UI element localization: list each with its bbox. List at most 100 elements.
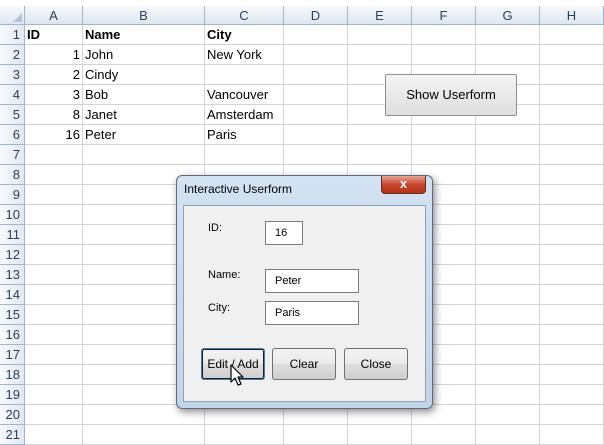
grid-cell[interactable] bbox=[284, 85, 348, 105]
row-header-10[interactable]: 10 bbox=[0, 205, 25, 225]
city-input[interactable]: Paris bbox=[265, 301, 359, 325]
cell-b6[interactable]: Peter bbox=[83, 125, 205, 145]
row-header-18[interactable]: 18 bbox=[0, 365, 25, 385]
cell-a1[interactable]: ID bbox=[25, 25, 83, 45]
grid-cell[interactable] bbox=[284, 425, 348, 445]
grid-cell[interactable] bbox=[25, 405, 83, 425]
grid-cell[interactable] bbox=[540, 365, 604, 385]
row-header-12[interactable]: 12 bbox=[0, 245, 25, 265]
column-header-e[interactable]: E bbox=[348, 6, 412, 25]
row-header-4[interactable]: 4 bbox=[0, 85, 25, 105]
grid-cell[interactable] bbox=[476, 225, 540, 245]
select-all-corner[interactable] bbox=[0, 6, 25, 25]
row-header-17[interactable]: 17 bbox=[0, 345, 25, 365]
grid-cell[interactable] bbox=[476, 165, 540, 185]
cell-a4[interactable]: 3 bbox=[25, 85, 83, 105]
grid-cell[interactable] bbox=[476, 365, 540, 385]
grid-cell[interactable] bbox=[540, 45, 604, 65]
grid-cell[interactable] bbox=[540, 325, 604, 345]
grid-cell[interactable] bbox=[540, 125, 604, 145]
grid-cell[interactable] bbox=[412, 145, 476, 165]
column-header-a[interactable]: A bbox=[25, 6, 83, 25]
row-header-7[interactable]: 7 bbox=[0, 145, 25, 165]
grid-cell[interactable] bbox=[348, 45, 412, 65]
cell-c4[interactable]: Vancouver bbox=[205, 85, 284, 105]
cell-c2[interactable]: New York bbox=[205, 45, 284, 65]
grid-cell[interactable] bbox=[412, 25, 476, 45]
id-input[interactable]: 16 bbox=[265, 221, 303, 245]
grid-cell[interactable] bbox=[540, 425, 604, 445]
grid-cell[interactable] bbox=[25, 145, 83, 165]
row-header-21[interactable]: 21 bbox=[0, 425, 25, 445]
grid-cell[interactable] bbox=[540, 285, 604, 305]
cell-c1[interactable]: City bbox=[205, 25, 284, 45]
grid-cell[interactable] bbox=[540, 225, 604, 245]
grid-cell[interactable] bbox=[540, 405, 604, 425]
grid-cell[interactable] bbox=[25, 425, 83, 445]
grid-cell[interactable] bbox=[284, 45, 348, 65]
grid-cell[interactable] bbox=[476, 345, 540, 365]
grid-cell[interactable] bbox=[540, 145, 604, 165]
column-header-c[interactable]: C bbox=[205, 6, 284, 25]
grid-cell[interactable] bbox=[412, 425, 476, 445]
row-header-20[interactable]: 20 bbox=[0, 405, 25, 425]
grid-cell[interactable] bbox=[83, 145, 205, 165]
grid-cell[interactable] bbox=[476, 125, 540, 145]
grid-cell[interactable] bbox=[540, 245, 604, 265]
grid-cell[interactable] bbox=[540, 305, 604, 325]
row-header-16[interactable]: 16 bbox=[0, 325, 25, 345]
grid-cell[interactable] bbox=[25, 165, 83, 185]
grid-cell[interactable] bbox=[540, 185, 604, 205]
cell-a5[interactable]: 8 bbox=[25, 105, 83, 125]
row-header-3[interactable]: 3 bbox=[0, 65, 25, 85]
row-header-13[interactable]: 13 bbox=[0, 265, 25, 285]
column-header-h[interactable]: H bbox=[540, 6, 604, 25]
grid-cell[interactable] bbox=[25, 285, 83, 305]
grid-cell[interactable] bbox=[25, 365, 83, 385]
row-header-15[interactable]: 15 bbox=[0, 305, 25, 325]
column-header-g[interactable]: G bbox=[476, 6, 540, 25]
grid-cell[interactable] bbox=[476, 265, 540, 285]
name-input[interactable]: Peter bbox=[265, 269, 359, 293]
grid-cell[interactable] bbox=[25, 245, 83, 265]
column-header-b[interactable]: B bbox=[83, 6, 205, 25]
cell-b1[interactable]: Name bbox=[83, 25, 205, 45]
grid-cell[interactable] bbox=[348, 25, 412, 45]
close-icon[interactable]: x bbox=[381, 176, 426, 194]
grid-cell[interactable] bbox=[476, 285, 540, 305]
grid-cell[interactable] bbox=[476, 405, 540, 425]
cell-a3[interactable]: 2 bbox=[25, 65, 83, 85]
grid-cell[interactable] bbox=[540, 165, 604, 185]
grid-cell[interactable] bbox=[476, 325, 540, 345]
grid-cell[interactable] bbox=[25, 265, 83, 285]
show-userform-button[interactable]: Show Userform bbox=[385, 74, 517, 116]
grid-cell[interactable] bbox=[284, 145, 348, 165]
grid-cell[interactable] bbox=[412, 125, 476, 145]
grid-cell[interactable] bbox=[348, 145, 412, 165]
row-header-8[interactable]: 8 bbox=[0, 165, 25, 185]
cell-c3[interactable] bbox=[205, 65, 284, 85]
grid-cell[interactable] bbox=[476, 385, 540, 405]
grid-cell[interactable] bbox=[476, 425, 540, 445]
cell-b4[interactable]: Bob bbox=[83, 85, 205, 105]
row-header-5[interactable]: 5 bbox=[0, 105, 25, 125]
row-header-6[interactable]: 6 bbox=[0, 125, 25, 145]
grid-cell[interactable] bbox=[540, 385, 604, 405]
grid-cell[interactable] bbox=[540, 65, 604, 85]
grid-cell[interactable] bbox=[205, 145, 284, 165]
row-header-11[interactable]: 11 bbox=[0, 225, 25, 245]
column-header-d[interactable]: D bbox=[284, 6, 348, 25]
row-header-9[interactable]: 9 bbox=[0, 185, 25, 205]
grid-cell[interactable] bbox=[25, 185, 83, 205]
grid-cell[interactable] bbox=[540, 85, 604, 105]
grid-cell[interactable] bbox=[284, 125, 348, 145]
grid-cell[interactable] bbox=[25, 205, 83, 225]
grid-cell[interactable] bbox=[540, 205, 604, 225]
row-header-19[interactable]: 19 bbox=[0, 385, 25, 405]
grid-cell[interactable] bbox=[25, 385, 83, 405]
grid-cell[interactable] bbox=[540, 25, 604, 45]
grid-cell[interactable] bbox=[476, 185, 540, 205]
grid-cell[interactable] bbox=[348, 125, 412, 145]
grid-cell[interactable] bbox=[284, 65, 348, 85]
cell-b3[interactable]: Cindy bbox=[83, 65, 205, 85]
